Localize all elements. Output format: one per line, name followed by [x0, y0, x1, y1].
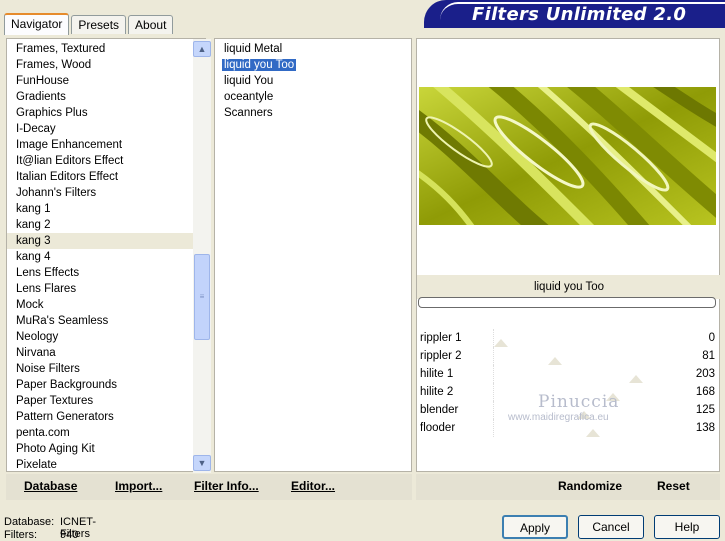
slider-value: 125: [695, 404, 715, 416]
editor-button[interactable]: Editor...: [291, 474, 335, 498]
cancel-button[interactable]: Cancel: [578, 515, 644, 539]
category-item[interactable]: Johann's Filters: [7, 185, 205, 201]
scroll-up-icon[interactable]: ▲: [193, 41, 211, 57]
slider-label: hilite 2: [420, 386, 454, 398]
category-item[interactable]: Lens Flares: [7, 281, 205, 297]
banner-title: Filters Unlimited 2.0: [472, 4, 687, 25]
slider-thumb-icon[interactable]: [494, 339, 508, 347]
filter-item-label: oceantyle: [224, 91, 274, 103]
category-item[interactable]: kang 1: [7, 201, 205, 217]
reset-button[interactable]: Reset: [657, 474, 690, 498]
filter-list[interactable]: liquid Metal liquid you Too liquid You ocea…: [214, 38, 412, 472]
apply-button[interactable]: Apply: [502, 515, 568, 539]
category-item[interactable]: Paper Textures: [7, 393, 205, 409]
slider-label: hilite 1: [420, 368, 454, 380]
database-label: Database:: [4, 516, 55, 528]
slider-label: blender: [420, 404, 459, 416]
category-item[interactable]: kang 4: [7, 249, 205, 265]
slider-track[interactable]: [493, 329, 677, 347]
tab-presets[interactable]: Presets: [71, 15, 127, 34]
scroll-down-icon[interactable]: ▼: [193, 455, 211, 471]
category-item[interactable]: Italian Editors Effect: [7, 169, 205, 185]
category-item[interactable]: Photo Aging Kit: [7, 441, 205, 457]
category-item[interactable]: kang 3: [7, 233, 205, 249]
category-item[interactable]: Gradients: [7, 89, 205, 105]
filters-status: Filters: 940: [4, 529, 78, 541]
category-item[interactable]: Frames, Textured: [7, 41, 205, 57]
slider-label: rippler 2: [420, 350, 462, 362]
right-toolbar: Randomize Reset: [416, 474, 720, 500]
slider-value: 0: [708, 332, 715, 344]
left-toolbar: Database Import... Filter Info... Editor…: [6, 474, 412, 500]
database-button[interactable]: Database: [24, 474, 77, 498]
slider-thumb-icon[interactable]: [548, 357, 563, 365]
filters-value: 940: [60, 529, 79, 541]
category-item[interactable]: Pixelate: [7, 457, 205, 473]
filter-item[interactable]: oceantyle: [215, 89, 411, 105]
slider-row[interactable]: rippler 2 81: [417, 347, 721, 365]
progress-bar: [418, 297, 716, 308]
filter-item-label: liquid Metal: [224, 43, 283, 55]
filter-item[interactable]: liquid Metal: [215, 41, 411, 57]
slider-value: 168: [695, 386, 715, 398]
category-item[interactable]: Paper Backgrounds: [7, 377, 205, 393]
slider-row[interactable]: hilite 1 203: [417, 365, 721, 383]
database-status: Database: ICNET-Filters: [4, 516, 96, 540]
slider-value: 81: [702, 350, 715, 362]
slider-label: flooder: [420, 422, 456, 434]
slider-label: rippler 1: [420, 332, 462, 344]
category-list[interactable]: Frames, Textured Frames, Wood FunHouse Grad…: [6, 38, 211, 473]
import-button[interactable]: Import...: [115, 474, 162, 498]
category-item[interactable]: Mock: [7, 297, 205, 313]
category-item[interactable]: penta.com: [7, 425, 205, 441]
filter-info-button[interactable]: Filter Info...: [194, 474, 259, 498]
filter-item-label: liquid you Too: [222, 59, 297, 71]
watermark-url: www.maidiregrafica.eu: [508, 412, 609, 423]
preview-image: [419, 87, 716, 225]
slider-track[interactable]: [493, 365, 677, 383]
filter-item-label: liquid You: [224, 75, 274, 87]
category-item[interactable]: Lens Effects: [7, 265, 205, 281]
category-item[interactable]: I-Decay: [7, 121, 205, 137]
category-item[interactable]: Neology: [7, 329, 205, 345]
slider-value: 203: [695, 368, 715, 380]
tab-about[interactable]: About: [128, 15, 174, 34]
category-item[interactable]: kang 2: [7, 217, 205, 233]
category-item[interactable]: FunHouse: [7, 73, 205, 89]
tab-strip: Navigator Presets About: [4, 12, 175, 35]
randomize-button[interactable]: Randomize: [558, 474, 622, 498]
filter-item[interactable]: liquid you Too: [215, 57, 411, 73]
filters-label: Filters:: [4, 529, 37, 541]
category-item[interactable]: Nirvana: [7, 345, 205, 361]
watermark-text: Pinuccia: [538, 392, 620, 412]
filter-item[interactable]: liquid You: [215, 73, 411, 89]
category-item[interactable]: Image Enhancement: [7, 137, 205, 153]
category-item[interactable]: Pattern Generators: [7, 409, 205, 425]
slider-thumb-icon[interactable]: [585, 429, 600, 437]
category-scrollbar[interactable]: ▲ ≡ ▼: [193, 39, 211, 473]
category-item[interactable]: MuRa's Seamless: [7, 313, 205, 329]
filter-name-label: liquid you Too: [417, 275, 721, 299]
scroll-thumb[interactable]: ≡: [194, 254, 210, 340]
category-item[interactable]: Noise Filters: [7, 361, 205, 377]
category-item[interactable]: Frames, Wood: [7, 57, 205, 73]
help-button[interactable]: Help: [654, 515, 720, 539]
slider-row[interactable]: rippler 1 0: [417, 329, 721, 347]
filter-item-label: Scanners: [224, 107, 273, 119]
category-item[interactable]: Graphics Plus: [7, 105, 205, 121]
slider-track[interactable]: [493, 347, 677, 365]
tab-navigator[interactable]: Navigator: [4, 13, 70, 35]
category-item[interactable]: It@lian Editors Effect: [7, 153, 205, 169]
filter-item[interactable]: Scanners: [215, 105, 411, 121]
slider-value: 138: [695, 422, 715, 434]
slider-thumb-icon[interactable]: [629, 375, 644, 383]
